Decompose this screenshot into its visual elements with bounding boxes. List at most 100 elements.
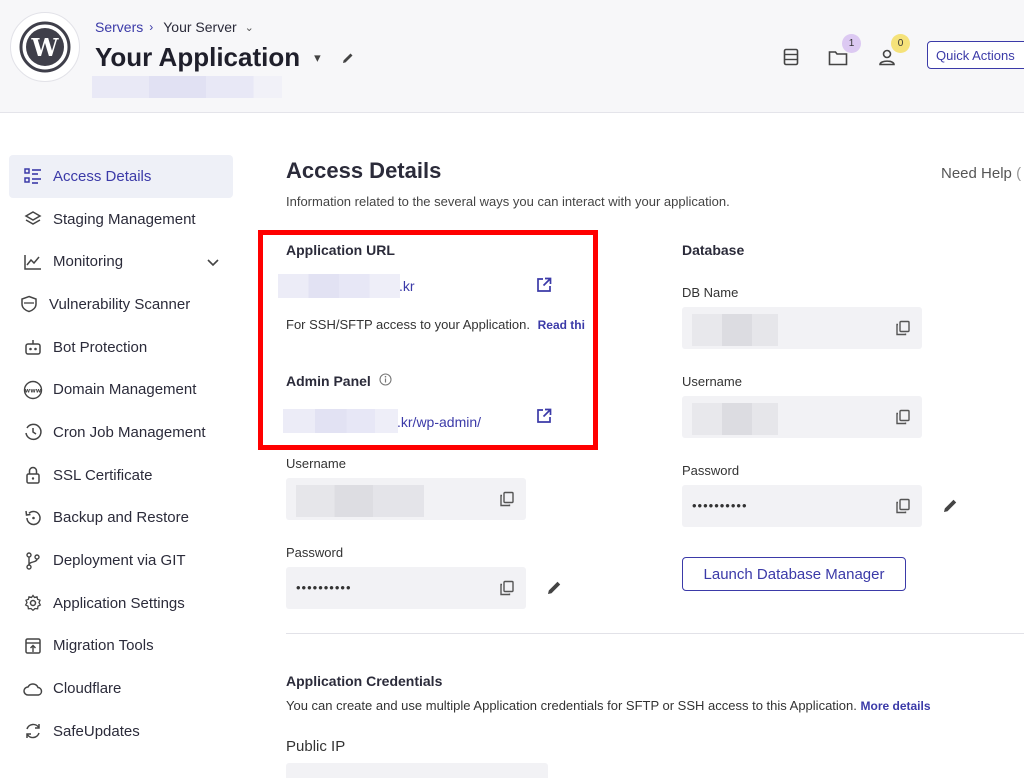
- db-password-field[interactable]: ••••••••••: [682, 485, 922, 527]
- redacted-server-ip: [92, 76, 282, 98]
- quick-actions-button[interactable]: Quick Actions: [927, 41, 1024, 69]
- sidebar-item-domain-management[interactable]: www Domain Management: [9, 368, 233, 411]
- sidebar-item-deployment-via-git[interactable]: Deployment via GIT: [9, 539, 233, 582]
- sidebar-item-label: SSL Certificate: [53, 466, 153, 484]
- refresh-icon: [23, 721, 43, 741]
- layers-icon: [23, 209, 43, 229]
- shield-scan-icon: [19, 294, 39, 314]
- svg-text:www: www: [25, 387, 42, 394]
- app-header: W Servers › Your Server ⌄ Your Applicati…: [0, 0, 1024, 113]
- users-badge: 0: [891, 34, 910, 53]
- breadcrumb: Servers › Your Server ⌄: [95, 19, 254, 35]
- gear-icon: [23, 593, 43, 613]
- sidebar-item-label: Bot Protection: [53, 338, 148, 356]
- server-list-icon[interactable]: [778, 44, 804, 70]
- app-password-field[interactable]: ••••••••••: [286, 567, 526, 609]
- highlight-frame: [258, 230, 598, 450]
- page-heading: Access Details: [286, 158, 442, 183]
- www-icon: www: [23, 380, 43, 400]
- app-credentials-title: Application Credentials: [286, 673, 443, 689]
- sidebar-item-ssl-certificate[interactable]: SSL Certificate: [9, 454, 233, 497]
- sidebar-item-staging-management[interactable]: Staging Management: [9, 198, 233, 241]
- sidebar-item-label: Staging Management: [53, 210, 196, 228]
- list-icon: [23, 166, 43, 186]
- more-details-link[interactable]: More details: [861, 699, 931, 713]
- server-chevron-down-icon[interactable]: ⌄: [245, 21, 254, 34]
- sidebar-item-label: SafeUpdates: [53, 722, 140, 740]
- app-chevron-down-icon[interactable]: ▾: [314, 50, 321, 66]
- breadcrumb-separator-icon: ›: [149, 20, 154, 34]
- sidebar-item-cloudflare[interactable]: Cloudflare: [9, 667, 233, 710]
- restore-icon: [23, 508, 43, 528]
- sidebar-item-label: Vulnerability Scanner: [49, 295, 191, 313]
- wordpress-logo-icon: W: [10, 12, 80, 82]
- app-password-value: ••••••••••: [296, 580, 352, 595]
- app-username-label: Username: [286, 456, 346, 471]
- page-title: Your Application ▾: [95, 42, 355, 73]
- monitoring-chevron-down-icon[interactable]: [207, 254, 219, 271]
- edit-app-password-pencil-icon[interactable]: [546, 579, 563, 601]
- need-help-label: Need Help: [941, 165, 1012, 182]
- page-subtitle: Information related to the several ways …: [286, 194, 730, 209]
- db-name-label: DB Name: [682, 285, 739, 300]
- public-ip-label: Public IP: [286, 738, 346, 755]
- copy-app-username-icon[interactable]: [499, 491, 515, 507]
- edit-db-password-pencil-icon[interactable]: [942, 497, 959, 519]
- copy-app-password-icon[interactable]: [499, 580, 515, 596]
- chart-icon: [23, 252, 43, 272]
- help-icon: (: [1016, 165, 1022, 182]
- copy-db-name-icon[interactable]: [895, 320, 911, 336]
- sidebar-item-vulnerability-scanner[interactable]: Vulnerability Scanner: [9, 283, 233, 326]
- db-password-value: ••••••••••: [692, 498, 748, 513]
- sidebar-item-label: Monitoring: [53, 253, 124, 271]
- sidebar-item-label: Domain Management: [53, 381, 197, 399]
- db-username-label: Username: [682, 374, 742, 389]
- lock-icon: [23, 465, 43, 485]
- sidebar-item-label: Access Details: [53, 167, 152, 185]
- public-ip-field[interactable]: [286, 763, 548, 778]
- user-icon[interactable]: 0: [874, 34, 910, 70]
- sidebar-item-label: Migration Tools: [53, 637, 154, 655]
- copy-db-username-icon[interactable]: [895, 409, 911, 425]
- redacted-app-username: [296, 485, 424, 517]
- edit-app-name-pencil-icon[interactable]: [341, 51, 355, 65]
- sidebar-item-label: Cron Job Management: [53, 423, 206, 441]
- clock-icon: [23, 422, 43, 442]
- breadcrumb-server[interactable]: Your Server: [163, 19, 236, 35]
- db-username-field[interactable]: [682, 396, 922, 438]
- db-name-field[interactable]: [682, 307, 922, 349]
- need-help-link[interactable]: Need Help (: [941, 165, 1021, 182]
- app-credentials-description: You can create and use multiple Applicat…: [286, 698, 931, 713]
- app-password-label: Password: [286, 545, 344, 560]
- sidebar-item-label: Backup and Restore: [53, 509, 189, 527]
- svg-text:W: W: [31, 33, 60, 62]
- sidebar-item-monitoring[interactable]: Monitoring: [9, 240, 233, 283]
- sidebar-item-label: Cloudflare: [53, 680, 122, 698]
- sidebar-item-access-details[interactable]: Access Details: [9, 155, 233, 198]
- bot-icon: [23, 337, 43, 357]
- sidebar-item-migration-tools[interactable]: Migration Tools: [9, 625, 233, 668]
- app-title-text: Your Application: [95, 42, 301, 72]
- sidebar-item-bot-protection[interactable]: Bot Protection: [9, 326, 233, 369]
- sidebar-item-cron-job-management[interactable]: Cron Job Management: [9, 411, 233, 454]
- sidebar-item-application-settings[interactable]: Application Settings: [9, 582, 233, 625]
- app-username-field[interactable]: [286, 478, 526, 520]
- migration-icon: [23, 636, 43, 656]
- cloud-icon: [23, 679, 43, 699]
- copy-db-password-icon[interactable]: [895, 498, 911, 514]
- database-label: Database: [682, 242, 745, 258]
- sidebar-item-label: Application Settings: [53, 594, 185, 612]
- breadcrumb-servers-link[interactable]: Servers: [95, 19, 143, 35]
- sidebar-nav: Access Details Staging Management Monito…: [9, 155, 233, 753]
- sidebar-item-backup-and-restore[interactable]: Backup and Restore: [9, 497, 233, 540]
- db-password-label: Password: [682, 463, 740, 478]
- redacted-db-name: [692, 314, 778, 346]
- notifications-badge: 1: [842, 34, 861, 53]
- sidebar-item-safeupdates[interactable]: SafeUpdates: [9, 710, 233, 753]
- git-icon: [23, 551, 43, 571]
- app-credentials-description-text: You can create and use multiple Applicat…: [286, 698, 857, 713]
- launch-database-manager-button[interactable]: Launch Database Manager: [682, 557, 906, 591]
- redacted-db-username: [692, 403, 778, 435]
- sidebar-item-label: Deployment via GIT: [53, 552, 186, 570]
- folder-notifications-icon[interactable]: 1: [825, 34, 861, 70]
